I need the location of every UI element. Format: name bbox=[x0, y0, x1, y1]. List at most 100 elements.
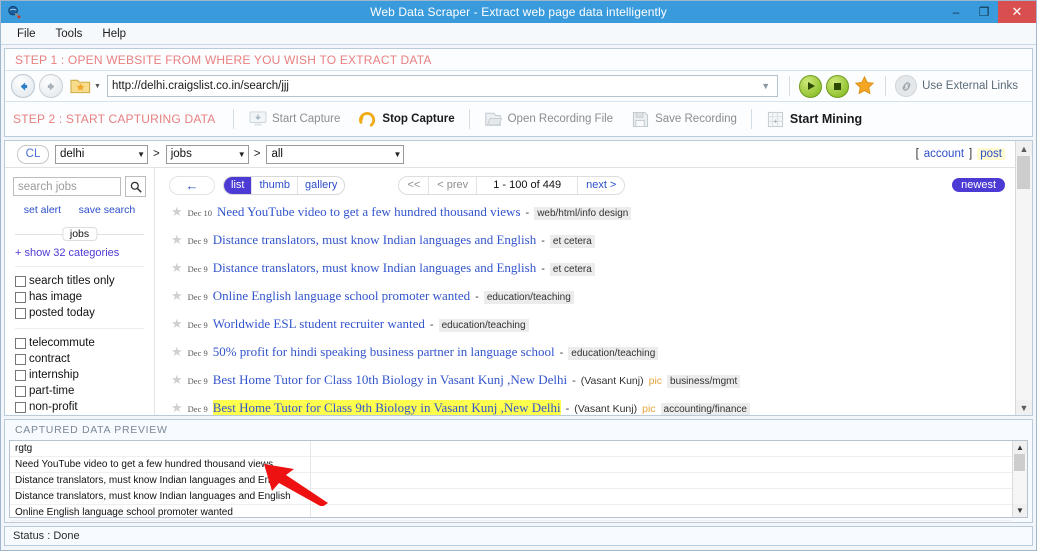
chevron-down-icon[interactable]: ▼ bbox=[1016, 400, 1032, 415]
search-button[interactable] bbox=[125, 176, 146, 197]
checkbox[interactable] bbox=[15, 401, 26, 413]
forward-button[interactable] bbox=[39, 74, 63, 98]
save-recording-button[interactable]: Save Recording bbox=[622, 106, 746, 132]
listing-title[interactable]: Online English language school promoter … bbox=[213, 288, 470, 304]
chevron-up-icon[interactable]: ▲ bbox=[1013, 441, 1027, 454]
listing-row[interactable]: ★ Dec 9 Best Home Tutor for Class 10th B… bbox=[155, 372, 1015, 400]
view-thumb[interactable]: thumb bbox=[251, 176, 297, 194]
view-gallery[interactable]: gallery bbox=[297, 176, 344, 194]
chevron-down-icon[interactable]: ▼ bbox=[1013, 504, 1027, 517]
listing-category[interactable]: accounting/finance bbox=[660, 403, 750, 415]
listing-row[interactable]: ★ Dec 10 Need YouTube video to get a few… bbox=[155, 204, 1015, 232]
listing-title[interactable]: Distance translators, must know Indian l… bbox=[213, 232, 537, 248]
back-button[interactable] bbox=[11, 74, 35, 98]
table-row[interactable]: Online English language school promoter … bbox=[10, 505, 1012, 521]
table-row[interactable]: Need YouTube video to get a few hundred … bbox=[10, 457, 1012, 473]
filter-contract[interactable]: contract bbox=[15, 351, 144, 367]
minimize-button[interactable]: – bbox=[942, 1, 970, 23]
restore-button[interactable]: ❐ bbox=[970, 1, 998, 23]
filter-part-time[interactable]: part-time bbox=[15, 383, 144, 399]
url-dropdown-icon[interactable]: ▼ bbox=[758, 81, 773, 91]
menu-tools[interactable]: Tools bbox=[48, 26, 91, 42]
filter-internship[interactable]: internship bbox=[15, 367, 144, 383]
account-link[interactable]: account bbox=[924, 148, 964, 160]
play-button[interactable] bbox=[799, 74, 823, 98]
save-search-link[interactable]: save search bbox=[79, 204, 136, 216]
table-row[interactable]: rgtg bbox=[10, 441, 1012, 457]
pager-first[interactable]: << bbox=[399, 177, 428, 194]
listing-row[interactable]: ★ Dec 9 Worldwide ESL student recruiter … bbox=[155, 316, 1015, 344]
checkbox[interactable] bbox=[15, 369, 26, 381]
sort-newest-button[interactable]: newest bbox=[952, 178, 1005, 192]
open-recording-file-button[interactable]: Open Recording File bbox=[475, 106, 622, 132]
table-row[interactable]: Distance translators, must know Indian l… bbox=[10, 473, 1012, 489]
post-link[interactable]: post bbox=[977, 148, 1005, 160]
listing-row[interactable]: ★ Dec 9 50% profit for hindi speaking bu… bbox=[155, 344, 1015, 372]
listing-category[interactable]: et cetera bbox=[549, 235, 595, 248]
category-select[interactable]: all ▼ bbox=[266, 144, 405, 164]
checkbox[interactable] bbox=[15, 385, 26, 397]
favorite-star-icon[interactable]: ★ bbox=[171, 261, 183, 274]
filter-has-image[interactable]: has image bbox=[15, 289, 144, 305]
checkbox[interactable] bbox=[15, 337, 26, 349]
scrollbar-thumb[interactable] bbox=[1014, 454, 1025, 471]
set-alert-link[interactable]: set alert bbox=[24, 204, 61, 216]
stop-button[interactable] bbox=[826, 74, 850, 98]
listing-title[interactable]: Best Home Tutor for Class 10th Biology i… bbox=[213, 372, 567, 388]
favorite-star-icon[interactable]: ★ bbox=[171, 233, 183, 246]
pager-prev[interactable]: < prev bbox=[428, 176, 476, 194]
favorites-control[interactable]: ▼ bbox=[70, 77, 101, 95]
favorites-dropdown-icon[interactable]: ▼ bbox=[94, 83, 101, 90]
filter-search-titles-only[interactable]: search titles only bbox=[15, 273, 144, 289]
listing-category[interactable]: business/mgmt bbox=[667, 375, 741, 388]
listing-category[interactable]: web/html/info design bbox=[534, 207, 632, 220]
captured-vertical-scrollbar[interactable]: ▲ ▼ bbox=[1012, 441, 1027, 517]
filter-non-profit[interactable]: non-profit bbox=[15, 399, 144, 415]
section-select[interactable]: jobs ▼ bbox=[165, 144, 249, 164]
start-capture-button[interactable]: Start Capture bbox=[239, 106, 349, 132]
data-grid[interactable]: rgtg Need YouTube video to get a few hun… bbox=[10, 441, 1012, 521]
stop-capture-button[interactable]: Stop Capture bbox=[349, 106, 463, 132]
table-row[interactable]: Distance translators, must know Indian l… bbox=[10, 489, 1012, 505]
view-list[interactable]: list bbox=[224, 176, 252, 194]
back-to-results-button[interactable]: ← bbox=[169, 175, 215, 195]
star-button[interactable] bbox=[853, 75, 876, 97]
listing-title[interactable]: Distance translators, must know Indian l… bbox=[213, 260, 537, 276]
filter-posted-today[interactable]: posted today bbox=[15, 305, 144, 321]
favorite-star-icon[interactable]: ★ bbox=[171, 345, 183, 358]
close-button[interactable]: ✕ bbox=[998, 1, 1036, 23]
checkbox[interactable] bbox=[15, 353, 26, 365]
scrollbar-thumb[interactable] bbox=[1017, 156, 1030, 189]
listing-title[interactable]: Worldwide ESL student recruiter wanted bbox=[213, 316, 425, 332]
listing-row[interactable]: ★ Dec 9 Online English language school p… bbox=[155, 288, 1015, 316]
scrollbar-track[interactable] bbox=[1013, 454, 1027, 504]
menu-file[interactable]: File bbox=[9, 26, 44, 42]
menu-help[interactable]: Help bbox=[94, 26, 134, 42]
listing-row[interactable]: ★ Dec 9 Distance translators, must know … bbox=[155, 260, 1015, 288]
favorite-star-icon[interactable]: ★ bbox=[171, 373, 183, 386]
checkbox[interactable] bbox=[15, 307, 26, 319]
show-categories-link[interactable]: + show 32 categories bbox=[15, 247, 119, 259]
listing-category[interactable]: et cetera bbox=[549, 263, 595, 276]
listing-row[interactable]: ★ Dec 9 Best Home Tutor for Class 9th Bi… bbox=[155, 400, 1015, 415]
listing-title[interactable]: Need YouTube video to get a few hundred … bbox=[217, 204, 521, 220]
listing-title[interactable]: 50% profit for hindi speaking business p… bbox=[213, 344, 555, 360]
listing-category[interactable]: education/teaching bbox=[483, 291, 574, 304]
city-select[interactable]: delhi ▼ bbox=[55, 144, 148, 164]
chevron-up-icon[interactable]: ▲ bbox=[1016, 141, 1032, 156]
browser-vertical-scrollbar[interactable]: ▲ ▼ bbox=[1015, 141, 1032, 415]
listing-row[interactable]: ★ Dec 9 Distance translators, must know … bbox=[155, 232, 1015, 260]
filter-telecommute[interactable]: telecommute bbox=[15, 335, 144, 351]
favorite-star-icon[interactable]: ★ bbox=[171, 289, 183, 302]
start-mining-button[interactable]: + Start Mining bbox=[757, 106, 871, 132]
url-bar[interactable]: http://delhi.craigslist.co.in/search/jjj… bbox=[106, 75, 779, 97]
craigslist-logo[interactable]: CL bbox=[17, 144, 49, 164]
pager-next[interactable]: next > bbox=[577, 176, 624, 194]
favorite-star-icon[interactable]: ★ bbox=[171, 205, 183, 218]
checkbox[interactable] bbox=[15, 275, 26, 287]
listing-category[interactable]: education/teaching bbox=[438, 319, 529, 332]
favorite-star-icon[interactable]: ★ bbox=[171, 401, 183, 414]
checkbox[interactable] bbox=[15, 291, 26, 303]
use-external-links-button[interactable]: Use External Links bbox=[895, 75, 1026, 97]
listing-title[interactable]: Best Home Tutor for Class 9th Biology in… bbox=[212, 400, 561, 415]
